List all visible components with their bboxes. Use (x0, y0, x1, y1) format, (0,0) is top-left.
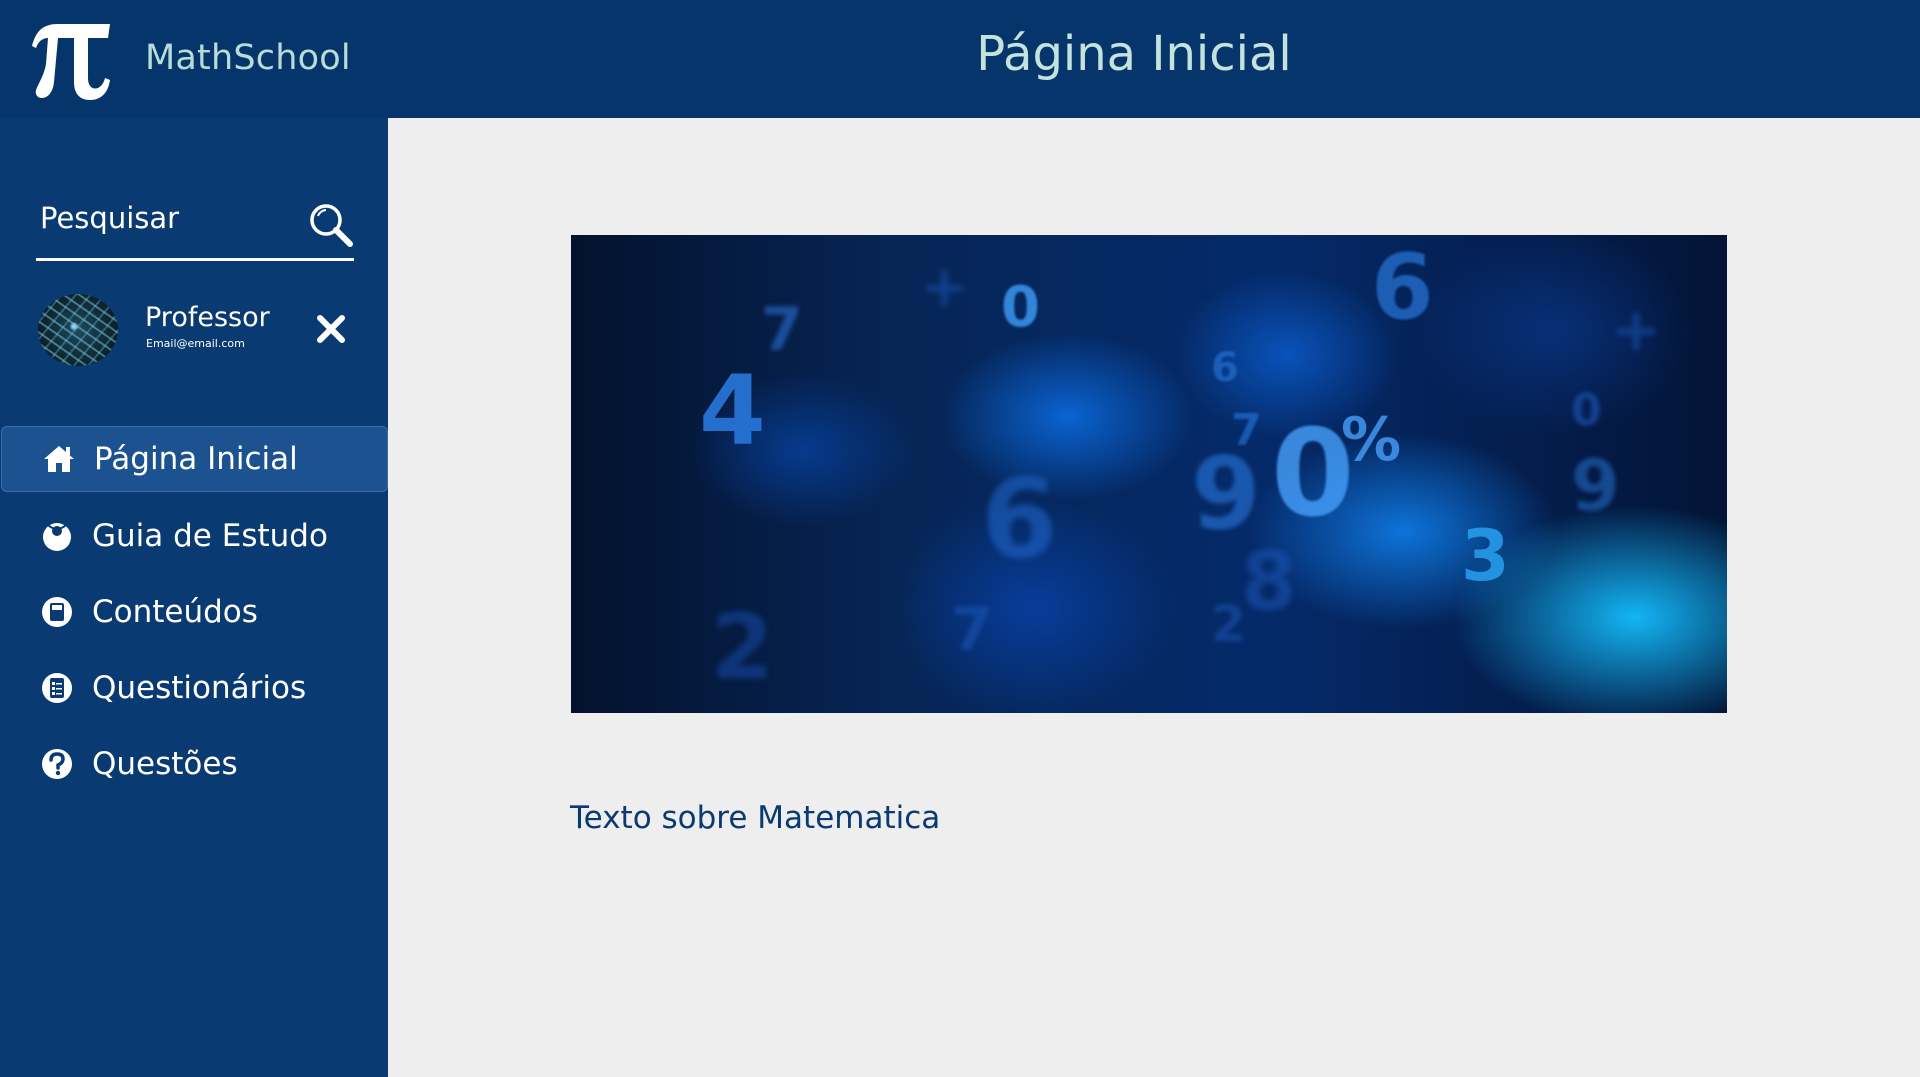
sidebar-item-label: Conteúdos (92, 594, 258, 630)
decorative-digit: 6 (1371, 235, 1434, 340)
decorative-digit: 3 (1461, 515, 1510, 597)
decorative-digit: 6 (1211, 345, 1239, 391)
decorative-digit: 9 (1571, 445, 1620, 527)
user-profile: Professor Email@email.com (38, 292, 358, 372)
body-text: Texto sobre Matematica (570, 800, 941, 836)
hero-image: 4 7 0 6 9 0 % 6 3 2 8 6 7 0 7 2 9 + + (571, 235, 1727, 713)
search-box (36, 190, 354, 261)
decorative-digit: + (921, 255, 968, 320)
decorative-digit: + (1611, 295, 1662, 365)
decorative-digit: 2 (1211, 595, 1246, 653)
decorative-digit: 4 (699, 355, 766, 467)
sidebar-item-label: Página Inicial (94, 441, 298, 477)
page-title-text: Página Inicial (976, 26, 1292, 82)
top-bar: MathSchool Página Inicial (0, 0, 1920, 118)
decorative-digit: 0 (1001, 275, 1040, 340)
search-icon[interactable] (308, 202, 354, 248)
quiz-icon (42, 673, 72, 703)
decorative-digit: 8 (1241, 535, 1297, 628)
sidebar-item-pagina-inicial[interactable]: Página Inicial (1, 426, 388, 492)
question-icon (42, 749, 72, 779)
profile-email: Email@email.com (146, 337, 245, 350)
decorative-digit: 7 (761, 295, 803, 365)
decorative-digit: 0 (1571, 385, 1602, 436)
decorative-digit: 2 (711, 595, 774, 700)
sidebar-item-label: Guia de Estudo (92, 518, 328, 554)
home-icon (44, 446, 74, 472)
contents-icon (42, 597, 72, 627)
sidebar-item-questionarios[interactable]: Questionários (0, 656, 388, 720)
sidebar-item-label: Questões (92, 746, 238, 782)
brand-name: MathSchool (145, 38, 351, 78)
sidebar-item-label: Questionários (92, 670, 307, 706)
avatar (38, 294, 118, 366)
decorative-digit: 6 (981, 455, 1058, 583)
pi-icon (32, 24, 110, 100)
sidebar-item-guia-de-estudo[interactable]: Guia de Estudo (0, 504, 388, 568)
sidebar-item-conteudos[interactable]: Conteúdos (0, 580, 388, 644)
profile-name: Professor (145, 302, 270, 333)
close-icon[interactable] (316, 314, 346, 344)
study-guide-icon (43, 523, 71, 551)
decorative-digit: 7 (1231, 405, 1262, 456)
page-title: Página Inicial (388, 26, 1920, 82)
sidebar-item-questoes[interactable]: Questões (0, 732, 388, 796)
decorative-digit: % (1341, 405, 1402, 475)
sidebar-nav: Página Inicial Guia de Estudo Conteúdos … (0, 426, 388, 808)
decorative-digit: 7 (951, 595, 993, 665)
search-input[interactable] (40, 190, 290, 246)
